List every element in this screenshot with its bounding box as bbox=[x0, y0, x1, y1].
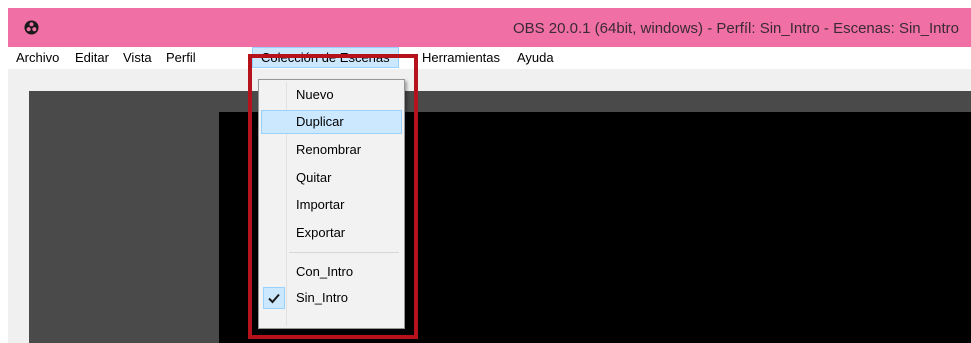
menu-vista[interactable]: Vista bbox=[123, 47, 152, 68]
screen-edge bbox=[0, 8, 8, 343]
option-label: Exportar bbox=[296, 225, 346, 240]
option-label: Importar bbox=[296, 197, 345, 212]
menu-perfil[interactable]: Perfil bbox=[166, 47, 196, 68]
menu-option-duplicar[interactable]: Duplicar bbox=[261, 110, 402, 134]
menu-option-renombrar[interactable]: Renombrar bbox=[261, 138, 400, 162]
menu-editar[interactable]: Editar bbox=[75, 47, 109, 68]
title-bar[interactable]: OBS 20.0.1 (64bit, windows) - Perfíl: Si… bbox=[8, 8, 971, 46]
window-title: OBS 20.0.1 (64bit, windows) - Perfíl: Si… bbox=[512, 20, 959, 37]
main-content bbox=[8, 69, 971, 343]
option-label: Sin_Intro bbox=[296, 290, 349, 305]
collection-con-intro[interactable]: Con_Intro bbox=[261, 260, 400, 284]
option-label: Nuevo bbox=[296, 87, 334, 102]
obs-window: OBS 20.0.1 (64bit, windows) - Perfíl: Si… bbox=[8, 8, 971, 343]
menu-separator bbox=[289, 252, 399, 253]
menu-coleccion-de-escenas[interactable]: Colección de Escenas bbox=[252, 47, 399, 68]
option-label: Quitar bbox=[296, 170, 332, 185]
menu-option-exportar[interactable]: Exportar bbox=[261, 221, 400, 245]
menu-option-quitar[interactable]: Quitar bbox=[261, 166, 400, 190]
menu-bar: Archivo Editar Vista Perfil Colección de… bbox=[8, 47, 971, 69]
collection-sin-intro[interactable]: Sin_Intro bbox=[261, 286, 400, 310]
menu-herramientas[interactable]: Herramientas bbox=[422, 47, 500, 68]
scene-collection-dropdown: Nuevo Duplicar Renombrar Quitar Importar… bbox=[258, 79, 405, 329]
menu-archivo[interactable]: Archivo bbox=[16, 47, 59, 68]
checkmark-icon bbox=[263, 287, 285, 309]
menu-ayuda[interactable]: Ayuda bbox=[517, 47, 554, 68]
menu-option-nuevo[interactable]: Nuevo bbox=[261, 83, 400, 107]
option-label: Renombrar bbox=[296, 142, 362, 157]
option-label: Duplicar bbox=[296, 114, 344, 129]
menu-option-importar[interactable]: Importar bbox=[261, 193, 400, 217]
obs-logo-icon[interactable] bbox=[24, 20, 39, 35]
option-label: Con_Intro bbox=[296, 264, 354, 279]
